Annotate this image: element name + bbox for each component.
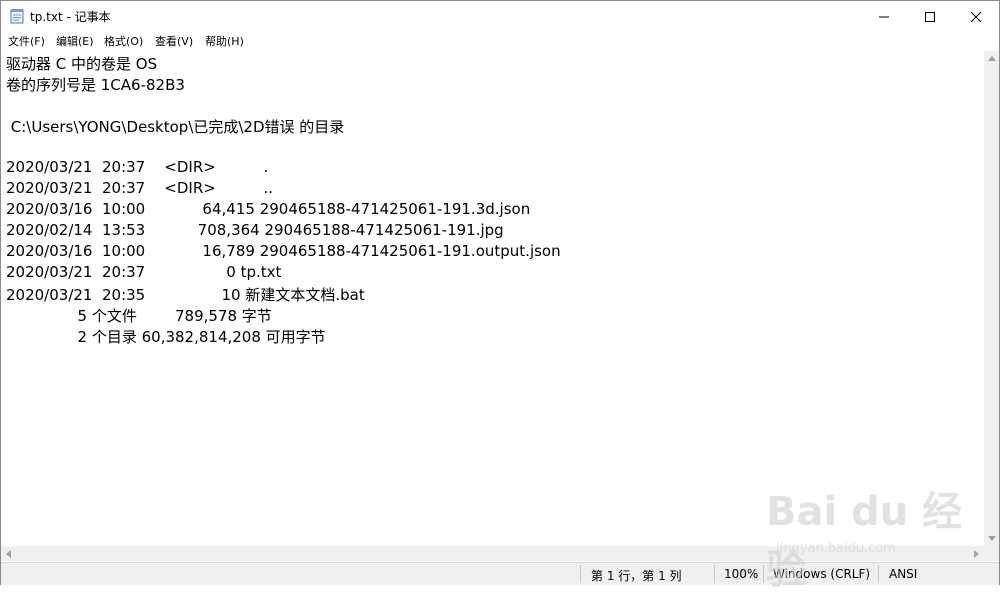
cursor-position: 第 1 行，第 1 列 bbox=[591, 569, 682, 583]
vertical-scrollbar[interactable] bbox=[984, 51, 999, 546]
text-line: 2020/03/21 20:37 0 tp.txt bbox=[6, 263, 282, 281]
window-title: tp.txt - 记事本 bbox=[30, 10, 111, 24]
text-line: 2020/03/16 10:00 64,415 290465188-471425… bbox=[6, 200, 531, 218]
baidu-watermark: Bai du 经验 jingyan.baidu.com bbox=[766, 479, 966, 593]
status-divider bbox=[763, 565, 764, 583]
text-line: 2020/03/21 20:35 10 新建文本文档.bat bbox=[6, 286, 365, 304]
close-button[interactable] bbox=[953, 1, 999, 31]
text-line: 2020/03/16 10:00 16,789 290465188-471425… bbox=[6, 242, 561, 260]
scroll-right-icon[interactable] bbox=[969, 546, 984, 561]
minimize-button[interactable] bbox=[861, 1, 907, 31]
zoom-level: 100% bbox=[724, 567, 759, 581]
notepad-window: tp.txt - 记事本 文件(F) 编辑(E) 格式(O) 查看(V) 帮助(… bbox=[0, 0, 1000, 593]
menu-bar: 文件(F) 编辑(E) 格式(O) 查看(V) 帮助(H) bbox=[1, 31, 999, 51]
notepad-icon bbox=[10, 8, 24, 24]
watermark-brand: Bai du 经验 bbox=[766, 489, 963, 593]
menu-view[interactable]: 查看(V) bbox=[155, 33, 193, 49]
text-line: 2020/02/14 13:53 708,364 290465188-47142… bbox=[6, 221, 504, 239]
status-divider bbox=[714, 565, 715, 583]
watermark-url: jingyan.baidu.com bbox=[776, 541, 896, 556]
status-divider bbox=[580, 565, 581, 583]
menu-format[interactable]: 格式(O) bbox=[104, 33, 143, 49]
title-bar[interactable]: tp.txt - 记事本 bbox=[1, 1, 999, 31]
scroll-down-icon[interactable] bbox=[984, 531, 999, 546]
scrollbar-corner bbox=[984, 546, 999, 561]
text-line: 驱动器 C 中的卷是 OS bbox=[6, 55, 158, 73]
menu-file[interactable]: 文件(F) bbox=[8, 33, 45, 49]
text-line: 5 个文件 789,578 字节 bbox=[6, 307, 272, 325]
menu-edit[interactable]: 编辑(E) bbox=[56, 33, 94, 49]
text-line: 2 个目录 60,382,814,208 可用字节 bbox=[6, 328, 326, 346]
scroll-left-icon[interactable] bbox=[1, 546, 16, 561]
maximize-icon bbox=[925, 7, 935, 26]
close-icon bbox=[970, 7, 982, 26]
text-editor[interactable]: 驱动器 C 中的卷是 OS 卷的序列号是 1CA6-82B3 C:\Users\… bbox=[1, 51, 984, 546]
text-line: 2020/03/21 20:37 <DIR> . bbox=[6, 158, 269, 176]
menu-help[interactable]: 帮助(H) bbox=[205, 33, 244, 49]
scroll-up-icon[interactable] bbox=[984, 51, 999, 66]
minimize-icon bbox=[879, 7, 889, 26]
text-line: 卷的序列号是 1CA6-82B3 bbox=[6, 76, 185, 94]
text-line: C:\Users\YONG\Desktop\已完成\2D错误 的目录 bbox=[6, 118, 345, 136]
text-line: 2020/03/21 20:37 <DIR> .. bbox=[6, 179, 274, 197]
maximize-button[interactable] bbox=[907, 1, 953, 31]
